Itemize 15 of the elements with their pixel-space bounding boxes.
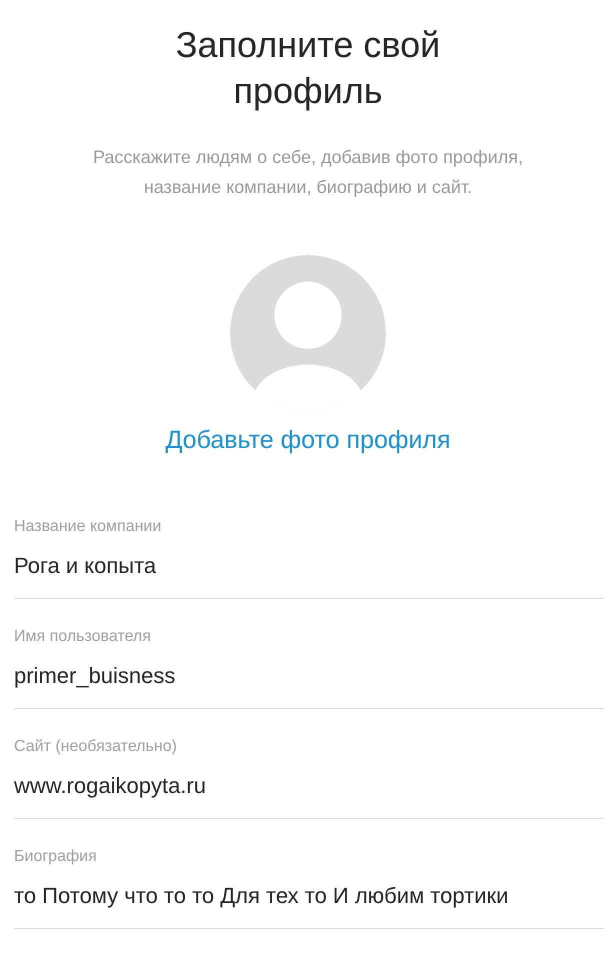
input-field[interactable]: primer_buisness [14,663,604,689]
input-field[interactable]: www.rogaikopyta.ru [14,773,604,799]
form-field[interactable]: Биография то Потому что то то Для тех то И любим тортики [14,833,604,929]
input-field[interactable]: то Потому что то то Для тех то И любим тортики [14,883,604,909]
field-label: Биография [14,847,98,867]
avatar-placeholder-icon[interactable] [229,254,387,412]
form-field[interactable]: Название компании Рога и копыта [14,503,604,599]
field-label: Название компании [14,517,162,537]
page-subtitle: Расскажите людям о себе, добавив фото профиля, название компании, биографию и сайт. [92,146,524,199]
form-field[interactable]: Сайт (необязательно) www.rogaikopyta.ru [14,723,604,819]
input-field[interactable]: Рога и копыта [14,553,604,579]
field-label: Имя пользователя [14,627,152,647]
field-label: Сайт (необязательно) [14,737,178,757]
page-title: Заполните свой профиль [174,23,442,113]
form-field[interactable]: Имя пользователя primer_buisness [14,613,604,709]
